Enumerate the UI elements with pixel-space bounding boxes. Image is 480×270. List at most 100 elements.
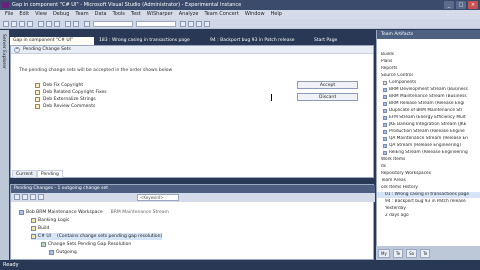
list-item[interactable]: JKE Banking Integration Stream (JKE (377, 122, 480, 128)
copy-icon[interactable] (46, 21, 52, 27)
close-button[interactable]: × (468, 1, 478, 9)
list-item[interactable]: Source Control (377, 73, 480, 79)
undo-icon[interactable] (65, 21, 71, 27)
stream-icon (383, 88, 387, 92)
list-item[interactable]: ds (377, 164, 480, 170)
tree-row[interactable]: Outgoing (49, 249, 77, 256)
list-item[interactable]: QA Maintenance Stream (Release En (377, 136, 480, 142)
list-item[interactable]: Work Items (377, 157, 480, 163)
list-item[interactable]: Components (377, 80, 480, 86)
list-item[interactable]: 94 : Backport bug 93 in Patch release (377, 199, 480, 205)
list-item[interactable]: RelEng Stream (Release Engineering (377, 150, 480, 156)
menu-window[interactable]: Window (242, 10, 268, 19)
list-item[interactable]: Reports (377, 66, 480, 72)
list-item[interactable]: EFM Stream (Energy Efficiency Mult (377, 115, 480, 121)
change-set-list: Deb Fix Copyright Deb Related Copyright … (35, 82, 107, 110)
minimize-button[interactable]: _ (444, 1, 454, 9)
menu-help[interactable]: Help (268, 10, 285, 19)
tab-team-artifacts[interactable]: Te (392, 248, 404, 258)
outgoing-icon (49, 250, 54, 255)
menu-data[interactable]: Data (92, 10, 110, 19)
stream-icon (383, 102, 387, 106)
find-combo[interactable] (136, 21, 176, 27)
list-item[interactable]: 01 : Wrong casing in transactions page (377, 192, 480, 198)
list-item[interactable]: Duplicate of BRM Maintenance Str (377, 108, 480, 114)
tab-current[interactable]: Current (12, 170, 37, 178)
start-debug-icon[interactable] (84, 21, 90, 27)
maximize-button[interactable]: □ (456, 1, 466, 9)
menu-analyze[interactable]: Analyze (176, 10, 202, 19)
accept-incoming-icon[interactable] (38, 194, 44, 200)
menu-test[interactable]: Test (128, 10, 144, 19)
solution-explorer-icon[interactable] (188, 21, 194, 27)
tab-team-explorer[interactable]: Te (420, 248, 431, 258)
tree-row[interactable]: Bob BRM Maintenance Workspace BRM Mainten… (19, 209, 169, 216)
tree-row[interactable]: Banking Logic (31, 217, 69, 224)
redo-icon[interactable] (73, 21, 79, 27)
tree-row[interactable]: Build (31, 225, 49, 232)
status-bar: Ready (0, 260, 480, 270)
list-item[interactable]: Deb Externalize Strings (35, 96, 107, 103)
list-item[interactable]: Production Stream (Release Engine (377, 129, 480, 135)
tree-row-selected[interactable]: C# UI (Contains change sets pending gap r… (31, 233, 163, 240)
solution-config-select[interactable] (93, 21, 133, 27)
find-icon[interactable] (180, 21, 186, 27)
keyword-filter-input[interactable]: <Keyword> (137, 194, 179, 201)
tab-start-page[interactable]: Start Page (311, 37, 351, 45)
cut-icon[interactable] (38, 21, 44, 27)
tab-pending[interactable]: Pending (36, 170, 63, 178)
deliver-icon[interactable] (30, 194, 36, 200)
list-item[interactable]: Deb Fix Copyright (35, 82, 107, 89)
menu-view[interactable]: View (32, 10, 50, 19)
window-controls: _ □ × (444, 1, 478, 9)
tab-solution[interactable]: So (406, 248, 418, 258)
team-artifacts-bottom-tabs: My Te So Te (376, 246, 480, 260)
window-title: Gap in component "C# UI" - Microsoft Vis… (12, 2, 242, 8)
list-item[interactable]: Team Areas (377, 178, 480, 184)
tab-backport-bug[interactable]: 94 : Backport bug 93 in Patch release (207, 37, 307, 45)
menu-file[interactable]: File (2, 10, 16, 19)
pending-changes-title: Pending Changes - 1 outgoing change set (11, 185, 375, 193)
component-icon (31, 234, 36, 239)
list-item[interactable]: Repository Workspaces (377, 171, 480, 177)
menu-edit[interactable]: Edit (16, 10, 32, 19)
save-all-icon[interactable] (27, 21, 33, 27)
menu-team[interactable]: Team (72, 10, 91, 19)
menu-team-concert[interactable]: Team Concert (201, 10, 241, 19)
paste-icon[interactable] (54, 21, 60, 27)
list-item[interactable]: Builds (377, 52, 480, 58)
discard-button[interactable]: Discard (297, 93, 358, 101)
check-in-icon[interactable] (22, 194, 28, 200)
tab-gap-component[interactable]: Gap in component "C# UI" (10, 37, 94, 45)
menu-tools[interactable]: Tools (110, 10, 128, 19)
section-title: Pending Change Sets (23, 47, 71, 52)
tree-row[interactable]: Change Sets Pending Gap Resolution (41, 241, 131, 248)
list-item[interactable]: Deb Review Comments (35, 103, 107, 110)
menu-debug[interactable]: Debug (50, 10, 72, 19)
title-bar: Gap in component "C# UI" - Microsoft Vis… (0, 0, 480, 10)
toolbox-icon[interactable] (204, 21, 210, 27)
list-item[interactable]: BRM Development Stream (Business (377, 87, 480, 93)
gap-editor: ^ Pending Change Sets The pending change… (10, 45, 374, 178)
list-item[interactable]: BRM Maintenance Stream (Business (377, 94, 480, 100)
list-item[interactable]: 2 days ago (377, 213, 480, 219)
pending-change-sets-header[interactable]: ^ Pending Change Sets (11, 46, 373, 54)
collapse-chevron-icon[interactable]: ^ (14, 47, 20, 53)
tab-wrong-casing[interactable]: 183 : Wrong casing in transactions page (96, 37, 204, 45)
refresh-icon[interactable] (14, 194, 20, 200)
menu-wisharper[interactable]: WiSharper (144, 10, 176, 19)
list-item[interactable]: BRM Release Stream (Release Engi (377, 101, 480, 107)
open-file-icon[interactable] (11, 21, 17, 27)
accept-button[interactable]: Accept (297, 81, 358, 89)
list-item[interactable]: ork Items History (377, 185, 480, 191)
new-project-icon[interactable] (3, 21, 9, 27)
list-item[interactable]: Yesterday (377, 206, 480, 212)
stream-icon (383, 137, 387, 141)
list-item[interactable]: Deb Related Copyright Fixes (35, 89, 107, 96)
save-icon[interactable] (19, 21, 25, 27)
list-item[interactable]: QA Stream (Release Engineering) (377, 143, 480, 149)
list-item[interactable]: Plans (377, 59, 480, 65)
tab-my-work[interactable]: My (378, 248, 390, 258)
server-explorer-strip[interactable]: Server Explorer (0, 30, 9, 260)
properties-icon[interactable] (196, 21, 202, 27)
